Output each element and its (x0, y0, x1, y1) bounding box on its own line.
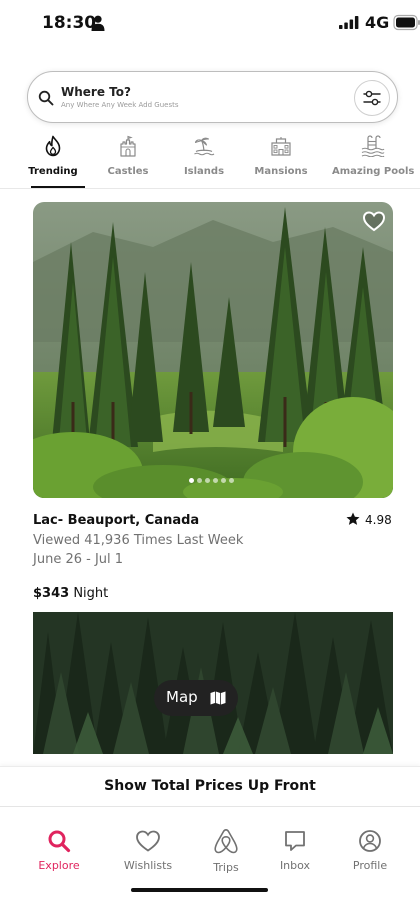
mansion-icon (271, 137, 291, 156)
user-circle-icon (359, 830, 381, 852)
search-bar[interactable]: Where To? Any Where Any Week Add Guests (27, 71, 398, 123)
tab-wishlists[interactable]: Wishlists (108, 829, 188, 872)
signal-icon (339, 16, 359, 29)
category-label: Amazing Pools (332, 166, 415, 177)
battery-icon (393, 14, 420, 31)
home-indicator (131, 888, 268, 892)
rating-value: 4.98 (365, 513, 392, 527)
forest-photo (33, 202, 393, 498)
category-label: Islands (183, 166, 225, 177)
network-type: 4G (365, 13, 390, 32)
filter-button[interactable] (354, 80, 390, 116)
search-title: Where To? (61, 85, 131, 99)
listing-dates: June 26 - Jul 1 (33, 552, 124, 567)
pagination-dot (213, 478, 218, 483)
category-label: Mansions (254, 166, 308, 177)
island-icon (194, 137, 215, 156)
map-button[interactable]: Map (154, 680, 238, 716)
search-icon (48, 830, 71, 853)
wishlist-heart-icon[interactable] (362, 210, 386, 232)
category-trending[interactable]: Trending (24, 132, 82, 190)
pagination-dot (189, 478, 194, 483)
pagination-dot (205, 478, 210, 483)
tab-inbox[interactable]: Inbox (255, 829, 335, 872)
bottom-tab-bar: Explore Wishlists Trips Inbox Profile (0, 806, 420, 910)
tab-profile[interactable]: Profile (330, 829, 410, 872)
listing-rating: 4.98 (346, 512, 392, 527)
pagination-dot (221, 478, 226, 483)
tab-label: Inbox (279, 859, 311, 872)
category-divider (0, 188, 420, 189)
pagination-dot (197, 478, 202, 483)
search-subtitle: Any Where Any Week Add Guests (61, 101, 179, 109)
status-bar: 18:30 4G (0, 0, 420, 46)
category-label: Trending (28, 166, 78, 177)
heart-icon (136, 830, 160, 852)
category-label: Castles (107, 166, 149, 177)
search-icon (38, 90, 54, 106)
listing-title[interactable]: Lac- Beauport, Canada (33, 513, 199, 528)
tab-label: Profile (352, 859, 388, 872)
tab-explore[interactable]: Explore (19, 829, 99, 872)
category-mansions[interactable]: Mansions (252, 132, 310, 190)
airbnb-logo-icon (214, 829, 238, 854)
price-unit: Night (73, 586, 109, 601)
category-amazing-pools[interactable]: Amazing Pools (332, 132, 414, 190)
listing-photo[interactable] (33, 202, 393, 498)
map-label: Map (166, 688, 198, 706)
chat-icon (285, 831, 305, 851)
photo-pagination-dots (189, 478, 237, 484)
category-islands[interactable]: Islands (176, 132, 232, 190)
category-bar: Trending Castles Islands Mansions Amazin… (0, 132, 420, 190)
sliders-icon (363, 90, 381, 106)
price-amount: $343 (33, 586, 70, 601)
map-icon (210, 691, 226, 705)
tab-label: Explore (38, 859, 80, 872)
tab-trips[interactable]: Trips (186, 829, 266, 874)
total-prices-text: Show Total Prices Up Front (104, 778, 316, 794)
tab-label: Wishlists (123, 859, 173, 872)
flame-icon (45, 135, 61, 157)
pagination-dot (229, 478, 234, 483)
status-time: 18:30 (42, 13, 97, 33)
category-castles[interactable]: Castles (100, 132, 156, 190)
star-icon (346, 512, 360, 525)
listing-price: $343 Night (33, 586, 108, 601)
listing-views: Viewed 41,936 Times Last Week (33, 533, 244, 548)
castle-icon (120, 135, 136, 157)
pool-icon (361, 135, 385, 157)
tab-label: Trips (213, 861, 239, 874)
person-icon (91, 15, 105, 31)
total-prices-banner[interactable]: Show Total Prices Up Front (0, 766, 420, 806)
